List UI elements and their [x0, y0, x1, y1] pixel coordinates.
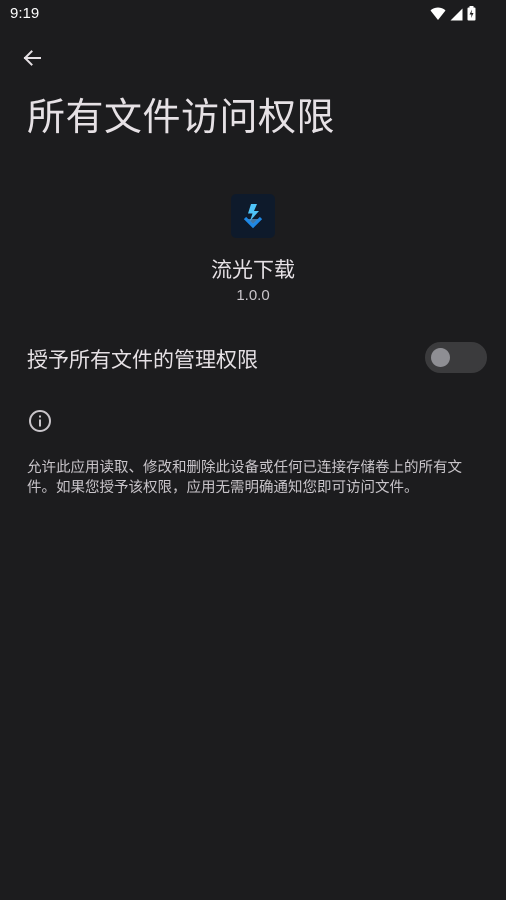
- app-version: 1.0.0: [236, 287, 270, 304]
- status-bar: 9:19: [0, 0, 506, 28]
- status-time: 9:19: [10, 5, 40, 22]
- lightning-download-icon: [231, 194, 275, 238]
- all-files-access-toggle[interactable]: [425, 342, 487, 373]
- battery-charging-icon: [467, 6, 476, 25]
- permission-toggle-row[interactable]: 授予所有文件的管理权限: [0, 332, 506, 384]
- wifi-icon: [430, 6, 446, 25]
- status-icons: [430, 6, 476, 25]
- toggle-thumb: [431, 348, 450, 367]
- info-icon: [28, 409, 52, 433]
- page-title: 所有文件访问权限: [27, 95, 336, 139]
- arrow-back-icon: [22, 48, 42, 72]
- cellular-signal-icon: [450, 6, 463, 25]
- app-name: 流光下载: [211, 258, 295, 282]
- permission-description: 允许此应用读取、修改和删除此设备或任何已连接存储卷上的所有文件。如果您授予该权限…: [27, 460, 462, 496]
- back-button[interactable]: [14, 42, 50, 78]
- permission-label: 授予所有文件的管理权限: [27, 348, 258, 372]
